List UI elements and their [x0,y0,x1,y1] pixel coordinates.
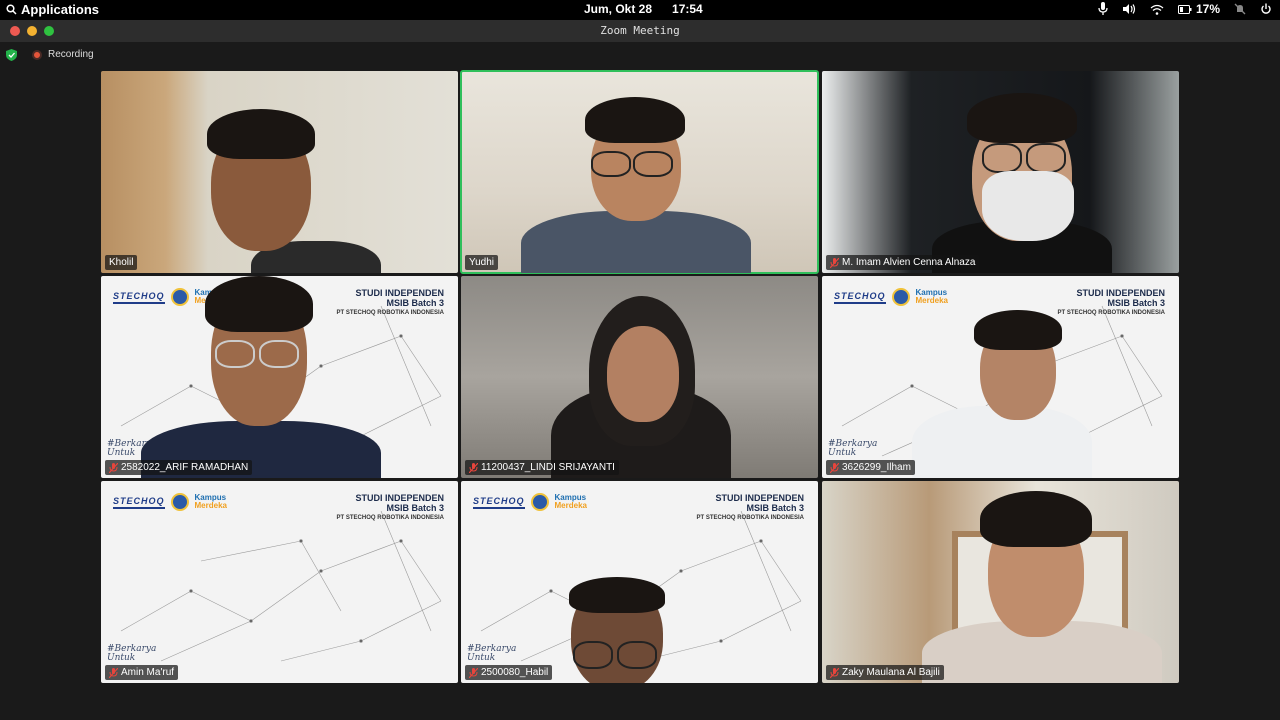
video-tile[interactable]: Zaky Maulana Al Bajili [822,481,1179,683]
muted-mic-icon [469,667,478,678]
clock[interactable]: Jum, Okt 28 17:54 [584,2,703,16]
heading-line-3: PT STECHOQ ROBOTIKA INDONESIA [696,515,804,521]
video-tile-active-speaker[interactable]: Yudhi [460,70,819,274]
tagline-line-2: Untuk [828,448,857,458]
muted-mic-icon [830,257,839,268]
date-label: Jum, Okt 28 [584,2,653,16]
battery-icon [1177,4,1192,14]
participant-name: Zaky Maulana Al Bajili [842,667,940,678]
security-shield-icon[interactable] [6,49,17,61]
power-icon[interactable] [1260,3,1272,15]
kampus-line-2: Merdeka [554,501,587,510]
tagline-line-2: Untuk [467,653,496,663]
participant-name-tag: 3626299_Ilham [826,460,915,475]
participant-name-tag: Zaky Maulana Al Bajili [826,665,944,680]
recording-label: Recording [48,49,94,60]
system-top-bar: Applications Jum, Okt 28 17:54 17% [0,0,1280,20]
stechoq-logo: STECHOQ [113,496,165,509]
search-icon [6,4,17,15]
brand-logos: STECHOQ KampusMerdeka [113,493,227,511]
heading-line-1: STUDI INDEPENDEN [1076,288,1165,298]
participant-name: Kholil [109,257,134,268]
video-tile[interactable]: STECHOQ KampusMerdeka STUDI INDEPENDEN M… [461,481,818,683]
participant-name: M. Imam Alvien Cenna Alnaza [842,257,976,268]
window-title-bar: Zoom Meeting [0,20,1280,42]
tagline: #Berkarya Untuk [828,440,877,458]
applications-menu[interactable]: Applications [6,2,99,17]
heading-line-1: STUDI INDEPENDEN [355,288,444,298]
participant-name: Yudhi [469,257,495,268]
heading-line-2: MSIB Batch 3 [386,298,444,308]
heading-line-2: MSIB Batch 3 [1107,298,1165,308]
volume-icon[interactable] [1122,3,1136,15]
video-tile[interactable]: Kholil [101,71,458,273]
stechoq-logo: STECHOQ [473,496,525,509]
kampus-line-2: Merdeka [915,296,948,305]
participant-name-tag: 2582022_ARIF RAMADHAN [105,460,253,475]
participant-name: Amin Ma'ruf [121,667,175,678]
heading-line-3: PT STECHOQ ROBOTIKA INDONESIA [336,310,444,316]
participant-name: 3626299_Ilham [842,462,911,473]
program-heading: STUDI INDEPENDEN MSIB Batch 3 PT STECHOQ… [1058,288,1165,318]
heading-line-1: STUDI INDEPENDEN [355,493,444,503]
muted-mic-icon [109,462,118,473]
kampus-line-2: Merdeka [194,501,227,510]
battery-percent: 17% [1195,2,1220,16]
heading-line-2: MSIB Batch 3 [746,503,804,513]
heading-line-1: STUDI INDEPENDEN [715,493,804,503]
wifi-icon[interactable] [1150,4,1164,15]
video-tile[interactable]: STECHOQ KampusMerdeka STUDI INDEPENDEN M… [101,481,458,683]
participant-name: 11200437_LINDI SRIJAYANTI [481,462,615,473]
program-heading: STUDI INDEPENDEN MSIB Batch 3 PT STECHOQ… [697,493,804,523]
tagline: #Berkarya Untuk [107,645,156,663]
participant-name: 2500080_Habil [481,667,549,678]
participant-name-tag: 11200437_LINDI SRIJAYANTI [465,460,619,475]
kampus-merdeka-logo [530,493,549,511]
kampus-merdeka-logo [170,288,189,306]
battery-indicator[interactable]: 17% [1177,2,1220,16]
system-tray: 17% [1098,2,1272,16]
muted-mic-icon [469,462,478,473]
heading-line-3: PT STECHOQ ROBOTIKA INDONESIA [336,515,444,521]
muted-mic-icon [830,462,839,473]
kampus-merdeka-logo [170,493,189,511]
video-tile[interactable]: STECHOQ KampusMerdeka STUDI INDEPENDEN M… [822,276,1179,478]
program-heading: STUDI INDEPENDEN MSIB Batch 3 PT STECHOQ… [337,288,444,318]
kampus-merdeka-logo [891,288,910,306]
heading-line-3: PT STECHOQ ROBOTIKA INDONESIA [1057,310,1165,316]
participant-name-tag: 2500080_Habil [465,665,553,680]
participant-name-tag: Yudhi [465,255,499,270]
participant-name-tag: Kholil [105,255,138,270]
tagline: #Berkarya Untuk [467,645,516,663]
time-label: 17:54 [672,2,703,16]
video-tile[interactable]: 11200437_LINDI SRIJAYANTI [461,276,818,478]
notifications-off-icon[interactable] [1234,3,1246,15]
video-tile[interactable]: STECHOQ KampusMerdeka STUDI INDEPENDEN M… [101,276,458,478]
participant-name: 2582022_ARIF RAMADHAN [121,462,249,473]
video-tile[interactable]: M. Imam Alvien Cenna Alnaza [822,71,1179,273]
meeting-status-row: Recording [0,44,1280,66]
program-heading: STUDI INDEPENDEN MSIB Batch 3 PT STECHOQ… [337,493,444,523]
stechoq-logo: STECHOQ [113,291,165,304]
muted-mic-icon [830,667,839,678]
microphone-icon[interactable] [1098,2,1108,16]
tagline-line-2: Untuk [107,653,136,663]
brand-logos: STECHOQ KampusMerdeka [834,288,948,306]
participant-name-tag: M. Imam Alvien Cenna Alnaza [826,255,980,270]
window-title: Zoom Meeting [600,24,680,37]
participant-name-tag: Amin Ma'ruf [105,665,179,680]
applications-label: Applications [21,2,100,17]
recording-indicator[interactable]: Recording [32,49,94,60]
heading-line-2: MSIB Batch 3 [386,503,444,513]
stechoq-logo: STECHOQ [834,291,886,304]
brand-logos: STECHOQ KampusMerdeka [473,493,587,511]
muted-mic-icon [109,667,118,678]
recording-dot-icon [32,49,42,60]
